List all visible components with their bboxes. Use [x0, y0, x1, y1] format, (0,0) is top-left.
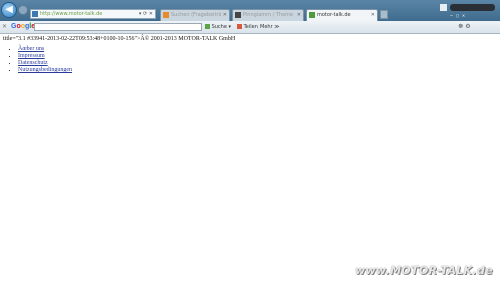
toolbar-search-button[interactable]: Suche ▾	[205, 22, 231, 32]
link-terms[interactable]: Nutzungsbedingungen	[18, 67, 72, 73]
page-raw-text: title="3.1 #33941-2013-02-22T09:53:48+01…	[3, 36, 236, 42]
tab-close-icon[interactable]: ✕	[371, 10, 375, 21]
new-tab-button[interactable]	[380, 10, 388, 19]
tab-close-icon[interactable]: ✕	[297, 10, 301, 21]
window-controls[interactable]: — ▢ ✕	[450, 12, 465, 20]
link-imprint[interactable]: Impressum	[18, 53, 45, 59]
tab-title: Pinnglamm / Themenanzeige	[243, 12, 293, 18]
toolbar-share-button[interactable]: Teilen	[237, 22, 258, 32]
toolbar-settings-icon[interactable]: ☸ ⚙	[458, 22, 471, 32]
share-icon	[237, 24, 242, 29]
link-about-us[interactable]: Ãœber uns	[18, 46, 44, 52]
search-icon	[205, 24, 210, 29]
tab-title: Suchen (Fragebeiträge)	[171, 12, 221, 18]
watermark: www.MOTOR-TALK.de	[355, 264, 493, 277]
toolbar-more-button[interactable]: Mehr ≫	[260, 22, 279, 32]
list-item: Datenschutz	[18, 60, 72, 67]
tab-close-icon[interactable]: ✕	[223, 10, 227, 21]
toolbar-search-input[interactable]	[34, 23, 202, 31]
google-logo: Google	[11, 23, 35, 30]
address-bar-actions-icon[interactable]: ▾ ⟳ ✕	[139, 10, 153, 18]
tab-favicon-icon	[309, 12, 315, 18]
link-privacy[interactable]: Datenschutz	[18, 60, 48, 66]
toolbar-close-icon[interactable]: ✕	[2, 22, 7, 32]
forward-button[interactable]	[18, 5, 28, 15]
home-icon[interactable]	[440, 4, 447, 11]
browser-tab[interactable]: Suchen (Fragebeiträge) ✕	[160, 9, 230, 21]
browser-title-bar: ◀ http://www.motor-talk.de ▾ ⟳ ✕ Suchen …	[0, 0, 500, 21]
redacted-user-info	[450, 4, 495, 11]
tab-title: motor-talk.de	[317, 12, 351, 18]
browser-tab-active[interactable]: motor-talk.de ✕	[306, 9, 378, 21]
browser-tab[interactable]: Pinnglamm / Themenanzeige ✕	[232, 9, 304, 21]
user-area	[440, 3, 498, 12]
site-favicon-icon	[32, 11, 38, 17]
back-button[interactable]: ◀	[1, 2, 17, 18]
list-item: Impressum	[18, 53, 72, 60]
tab-favicon-icon	[163, 12, 169, 18]
list-item: Nutzungsbedingungen	[18, 67, 72, 74]
address-url[interactable]: http://www.motor-talk.de	[40, 10, 102, 18]
footer-links: Ãœber uns Impressum Datenschutz Nutzungs…	[10, 46, 72, 74]
google-toolbar: ✕ Google Suche ▾ Teilen Mehr ≫ ☸ ⚙	[0, 21, 500, 34]
address-bar[interactable]: http://www.motor-talk.de ▾ ⟳ ✕	[30, 9, 156, 19]
tab-favicon-icon	[235, 12, 241, 18]
list-item: Ãœber uns	[18, 46, 72, 53]
